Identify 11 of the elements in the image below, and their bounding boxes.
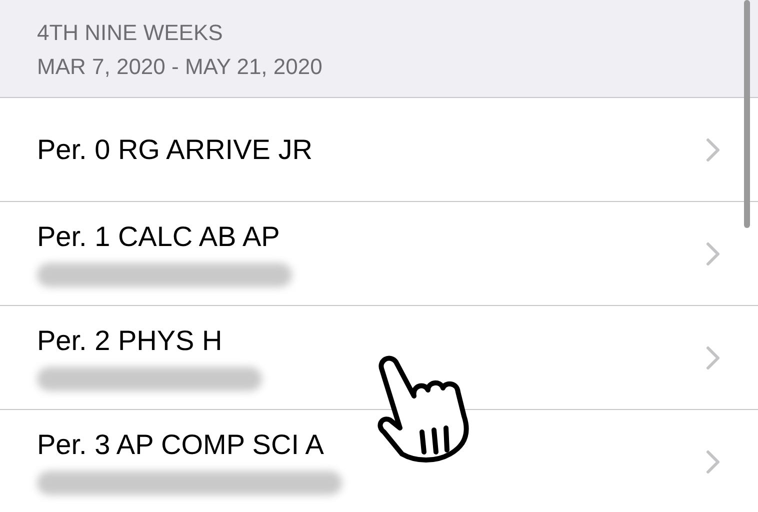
class-title: Per. 2 PHYS H [37, 324, 224, 356]
chevron-icon [706, 450, 720, 474]
class-title: Per. 3 AP COMP SCI A [37, 428, 325, 460]
chevron-icon [706, 138, 720, 162]
class-title: Per. 0 RG ARRIVE JR [37, 134, 314, 166]
chevron-icon [706, 346, 720, 370]
chevron-icon [706, 242, 720, 266]
section-title: 4TH NINE WEEKS [37, 20, 224, 46]
class-title: Per. 1 CALC AB AP [37, 220, 281, 252]
date-range: MAR 7, 2020 - MAY 21, 2020 [37, 54, 324, 80]
class-row[interactable]: Per. 1 CALC AB AP [0, 202, 758, 306]
